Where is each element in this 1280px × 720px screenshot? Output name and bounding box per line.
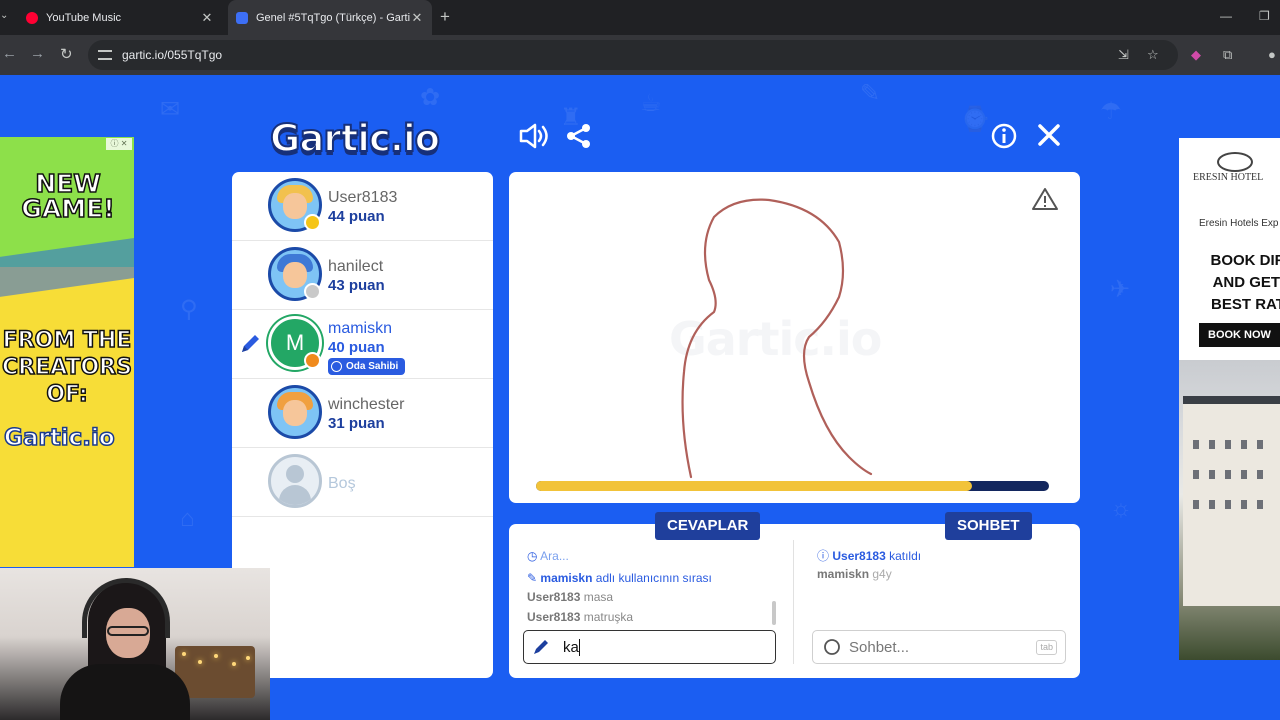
answer-line: User8183 matruşka — [527, 610, 634, 624]
room-owner-badge: Oda Sahibi — [328, 358, 406, 375]
webcam-overlay — [0, 568, 270, 720]
browser-tab-gartic[interactable]: Genel #5TqTgo (Türkçe) - Gartic ✕ — [228, 0, 432, 35]
minimize-icon[interactable]: — — [1220, 9, 1232, 23]
share-icon[interactable] — [566, 123, 592, 149]
player-row[interactable]: winchester 31 puan — [232, 379, 493, 448]
answers-tab: CEVAPLAR — [655, 512, 761, 540]
status-dot — [304, 352, 321, 369]
text-caret — [578, 638, 580, 656]
drawing-canvas[interactable]: Gartic.io — [509, 172, 1080, 503]
tab-key-hint: tab — [1036, 640, 1057, 655]
close-icon[interactable] — [1037, 123, 1061, 147]
pencil-icon — [534, 640, 548, 654]
player-score: 40 puan — [328, 339, 385, 356]
ad-subtitle: FROM THE CREATORS OF: — [1, 327, 132, 408]
answer-input-value: ka — [563, 638, 579, 656]
hotel-crest-logo — [1217, 152, 1253, 172]
ad-headline: NEW GAME! — [21, 169, 116, 223]
browser-tab-strip: ⌄ YouTube Music ✕ Genel #5TqTgo (Türkçe)… — [0, 0, 1280, 35]
site-info-icon[interactable] — [98, 50, 112, 60]
player-name: User8183 — [328, 189, 398, 206]
ad-headline: BOOK DIRE AND GET T BEST RATE — [1210, 252, 1280, 313]
owner-icon — [331, 361, 342, 372]
extensions-puzzle-icon[interactable]: ⧉ — [1223, 47, 1232, 63]
empty-slot-label: Boş — [328, 475, 356, 492]
timer-fill — [536, 481, 973, 491]
answer-line: ◷ Ara... — [527, 549, 569, 563]
bookmark-star-icon[interactable]: ☆ — [1147, 47, 1159, 63]
new-tab-icon[interactable]: + — [440, 7, 450, 27]
youtube-music-favicon — [26, 11, 38, 24]
player-row[interactable]: User8183 44 puan — [232, 172, 493, 241]
maximize-icon[interactable]: ❐ — [1259, 9, 1270, 23]
panel-divider — [793, 540, 794, 664]
player-score: 44 puan — [328, 208, 385, 225]
install-app-icon[interactable]: ⇲ — [1118, 47, 1129, 63]
answers-scrollbar[interactable] — [772, 601, 776, 625]
forward-icon[interactable]: → — [30, 45, 45, 62]
chat-input[interactable]: Sohbet... tab — [812, 630, 1066, 664]
empty-avatar-icon — [268, 454, 322, 508]
answer-line: User8183 masa — [527, 590, 614, 604]
left-ad-banner[interactable]: ⓘ ✕ NEW GAME! FROM THE CREATORS OF: Gart… — [0, 137, 134, 567]
player-name: hanilect — [328, 258, 384, 275]
chat-bubble-icon — [824, 639, 840, 655]
drawing-strokes — [681, 198, 873, 479]
chat-tab: SOHBET — [945, 512, 1032, 540]
profile-icon[interactable]: ● — [1268, 47, 1276, 62]
url-text: gartic.io/055TqTgo — [122, 48, 223, 62]
ad-gartic-logo: Gartic.io — [3, 424, 115, 452]
drawing-pencil-icon — [238, 332, 262, 361]
answers-chat-panel: CEVAPLAR SOHBET ◷ Ara... ✎ mamiskn adlı … — [509, 512, 1080, 678]
hotel-brand: ERESIN HOTEL — [1193, 172, 1264, 183]
info-icon: ⓘ — [817, 549, 830, 563]
answer-line: ✎ mamiskn adlı kullanıcının sırası — [527, 571, 712, 585]
close-tab-icon[interactable]: ✕ — [200, 10, 214, 26]
sound-icon[interactable] — [519, 123, 549, 149]
empty-player-slot: Boş — [232, 448, 493, 517]
hotel-photo — [1179, 360, 1280, 660]
player-score: 43 puan — [328, 277, 385, 294]
round-timer-bar — [536, 481, 1049, 491]
chat-placeholder: Sohbet... — [849, 638, 910, 656]
address-bar[interactable]: gartic.io/055TqTgo — [88, 40, 1178, 70]
clock-icon: ◷ — [527, 549, 538, 563]
chat-line: ⓘ User8183 katıldı — [817, 549, 922, 563]
player-avatar — [268, 385, 322, 439]
info-icon[interactable] — [991, 123, 1017, 149]
close-tab-icon[interactable]: ✕ — [410, 10, 424, 26]
extension-icon[interactable]: ◆ — [1191, 47, 1201, 63]
chat-line: mamiskn g4y — [817, 567, 892, 581]
tab-title: Genel #5TqTgo (Türkçe) - Gartic — [256, 11, 410, 24]
player-row[interactable]: hanilect 43 puan — [232, 241, 493, 310]
hotel-subtitle: Eresin Hotels Exp — [1199, 218, 1279, 229]
status-dot — [304, 283, 321, 300]
right-ad-banner[interactable]: ERESIN HOTEL Eresin Hotels Exp BOOK DIRE… — [1179, 138, 1280, 660]
browser-tab-youtube-music[interactable]: YouTube Music ✕ — [18, 0, 222, 35]
browser-toolbar: ← → ↻ gartic.io/055TqTgo ⇲ ☆ ◆ ⧉ ● — [0, 35, 1280, 75]
player-score: 31 puan — [328, 415, 385, 432]
answer-input[interactable]: ka — [523, 630, 776, 664]
pencil-icon: ✎ — [527, 571, 538, 585]
book-now-button[interactable]: BOOK NOW — [1199, 323, 1280, 347]
status-dot — [304, 214, 321, 231]
player-name: mamiskn — [328, 320, 393, 337]
player-row-current-drawer[interactable]: M mamiskn 40 puan Oda Sahibi — [232, 310, 493, 379]
player-name: winchester — [328, 396, 405, 413]
report-warning-icon[interactable] — [1031, 187, 1059, 216]
gartic-logo[interactable]: Gartic.io — [269, 115, 441, 163]
reload-icon[interactable]: ↻ — [60, 45, 73, 63]
back-icon[interactable]: ← — [2, 45, 17, 62]
tab-search-icon[interactable]: ⌄ — [0, 10, 8, 21]
gartic-favicon — [236, 11, 248, 24]
ad-choices-icon[interactable]: ⓘ ✕ — [106, 138, 132, 150]
players-panel: User8183 44 puan hanilect 43 puan M mami… — [232, 172, 493, 678]
tab-title: YouTube Music — [46, 11, 122, 24]
